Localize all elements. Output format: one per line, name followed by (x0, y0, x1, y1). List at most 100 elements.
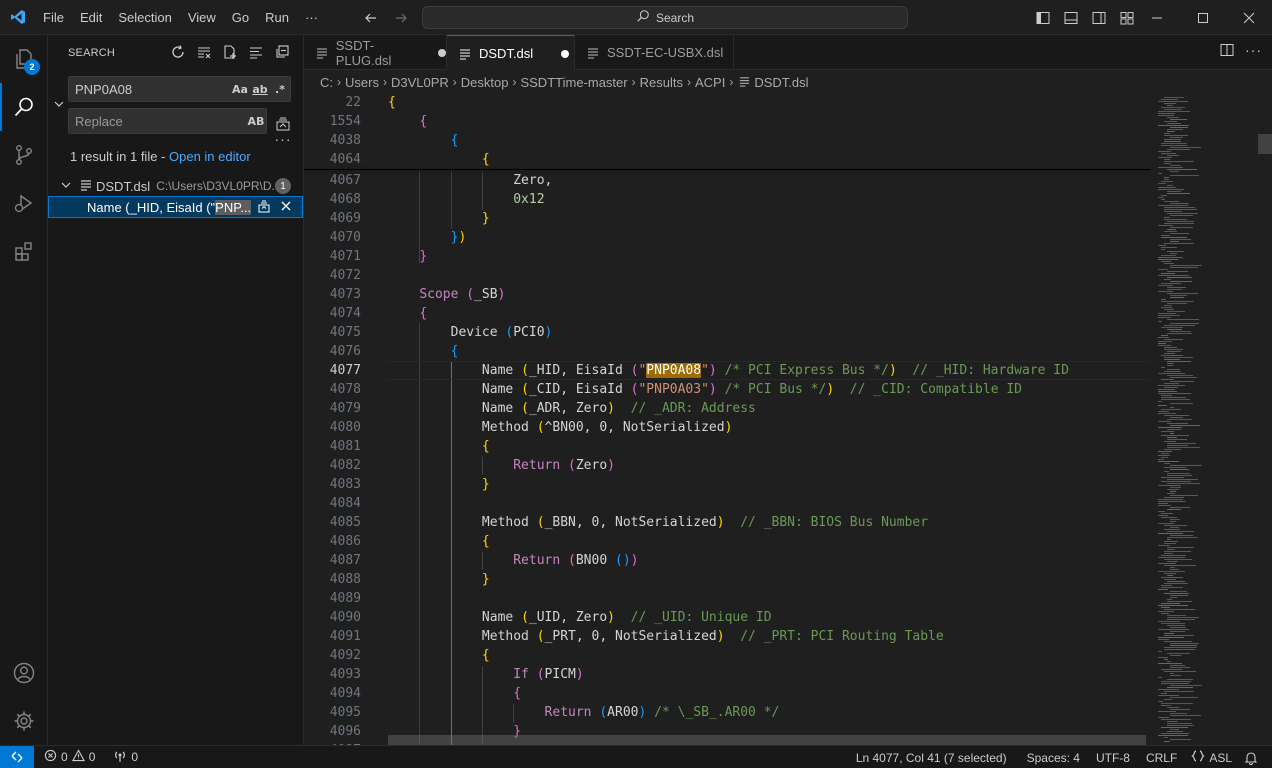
code-line[interactable]: 4072 (304, 266, 1150, 285)
command-center-search[interactable]: Search (422, 6, 908, 29)
toggle-secondary-sidebar-icon[interactable] (1088, 7, 1110, 29)
dismiss-match-close-icon[interactable] (278, 198, 294, 217)
menu-go[interactable]: Go (224, 0, 257, 35)
code-line[interactable]: 4084 (304, 494, 1150, 513)
ports-indicator[interactable]: 0 (107, 746, 144, 768)
breadcrumb-item[interactable]: D3VL0PR (391, 75, 449, 90)
code-line[interactable]: 4089 (304, 589, 1150, 608)
code-line[interactable]: 4092 { (304, 646, 1150, 665)
close-window-icon[interactable] (1226, 0, 1272, 35)
vertical-scrollbar[interactable] (1260, 93, 1272, 745)
code-line[interactable]: 4080 Method (^BN00, 0, NotSerialized) (304, 418, 1150, 437)
collapse-all-icon[interactable] (271, 41, 293, 63)
menu-run[interactable]: Run (257, 0, 297, 35)
code-line[interactable]: 4083 } (304, 475, 1150, 494)
code-line[interactable]: 4079 Name (_ADR, Zero) // _ADR: Address (304, 399, 1150, 418)
minimap[interactable] (1154, 93, 1260, 745)
back-arrow-icon[interactable] (360, 7, 382, 29)
unsaved-dot-icon[interactable] (561, 49, 570, 58)
code-line[interactable]: 4077 Name (_HID, EisaId ("PNP0A08") /* P… (304, 361, 1150, 380)
code-line[interactable]: 1554 { (304, 112, 1150, 131)
replace-match-icon[interactable] (256, 198, 272, 217)
replace-input[interactable] (75, 113, 246, 129)
code-line[interactable]: 4074 { (304, 304, 1150, 323)
code-line[interactable]: 4069 } (304, 209, 1150, 228)
view-as-tree-icon[interactable] (245, 41, 267, 63)
code-line[interactable]: 4067 Zero, (304, 171, 1150, 190)
code-line[interactable]: 4094 { (304, 684, 1150, 703)
menu-edit[interactable]: Edit (72, 0, 110, 35)
breadcrumb-item[interactable]: DSDT.dsl (754, 75, 808, 90)
code-line[interactable]: 4068 0x12 (304, 190, 1150, 209)
encoding[interactable]: UTF-8 (1090, 746, 1140, 768)
manage-gear-icon[interactable] (0, 697, 48, 745)
code-line[interactable]: 4088 } (304, 570, 1150, 589)
whole-word-toggle[interactable]: ab (250, 79, 270, 99)
end-of-line[interactable]: CRLF (1140, 746, 1185, 768)
new-search-editor-icon[interactable] (219, 41, 241, 63)
maximize-icon[interactable] (1180, 0, 1226, 35)
clear-results-icon[interactable] (193, 41, 215, 63)
code-line[interactable]: 4087 Return (BN00 ()) (304, 551, 1150, 570)
unsaved-dot-icon[interactable] (438, 48, 446, 57)
code-line[interactable]: 4073 Scope (_SB) (304, 285, 1150, 304)
result-file-row[interactable]: DSDT.dsl C:\Users\D3VL0PR\D... 1 (48, 175, 303, 197)
breadcrumb-item[interactable]: C: (320, 75, 333, 90)
split-editor-icon[interactable] (1219, 42, 1235, 61)
preserve-case-toggle[interactable]: AB (246, 111, 266, 131)
breadcrumb-item[interactable]: Users (345, 75, 379, 90)
search-view-icon[interactable] (0, 83, 48, 131)
breadcrumb-item[interactable]: Desktop (461, 75, 509, 90)
code-line[interactable]: 22 { (304, 93, 1150, 112)
refresh-icon[interactable] (167, 41, 189, 63)
search-input[interactable] (75, 81, 230, 97)
breadcrumb-item[interactable]: Results (640, 75, 683, 90)
language-mode[interactable]: ASL (1185, 746, 1238, 768)
menu-selection[interactable]: Selection (110, 0, 179, 35)
account-icon[interactable] (0, 649, 48, 697)
code-line[interactable]: 4078 Name (_CID, EisaId ("PNP0A03") /* P… (304, 380, 1150, 399)
code-line[interactable]: 4081 { (304, 437, 1150, 456)
tab-dsdt[interactable]: DSDT.dsl (447, 35, 575, 71)
regex-toggle[interactable]: .* (270, 79, 290, 99)
horizontal-scrollbar-thumb[interactable] (388, 735, 1146, 745)
menu-file[interactable]: File (35, 0, 72, 35)
code-line[interactable]: 4082 Return (Zero) (304, 456, 1150, 475)
open-in-editor-link[interactable]: Open in editor (169, 149, 251, 164)
chevron-down-icon[interactable] (60, 179, 72, 194)
menu-view[interactable]: View (180, 0, 224, 35)
code-editor[interactable]: 22{1554 {4038 {4064 { 4067 Zero, 4068 0x12… (304, 93, 1272, 745)
code-line[interactable]: 4085 Method (_BBN, 0, NotSerialized) // … (304, 513, 1150, 532)
run-and-debug-icon[interactable] (0, 179, 48, 227)
code-line[interactable]: 4076 { (304, 342, 1150, 361)
minimize-icon[interactable] (1134, 0, 1180, 35)
toggle-replace-chevron-down-icon[interactable] (52, 97, 66, 111)
code-line[interactable]: 4091 Method (_PRT, 0, NotSerialized) // … (304, 627, 1150, 646)
more-actions-icon[interactable]: ··· (1245, 42, 1262, 61)
remote-indicator-icon[interactable] (0, 745, 34, 768)
problems-indicator[interactable]: 0 0 (38, 746, 101, 768)
notifications-bell-icon[interactable] (1238, 746, 1264, 768)
code-line[interactable]: 4095 Return (AR00) /* \_SB_.AR00 */ (304, 703, 1150, 722)
more-options-icon[interactable]: ··· (272, 131, 294, 147)
explorer-icon[interactable]: 2 (0, 35, 48, 83)
tab-ssdt-ec-usbx[interactable]: SSDT-EC-USBX.dsl (575, 35, 734, 70)
source-control-icon[interactable] (0, 131, 48, 179)
code-line[interactable]: 4070 }) (304, 228, 1150, 247)
code-line[interactable]: 4090 Name (_UID, Zero) // _UID: Unique I… (304, 608, 1150, 627)
extensions-icon[interactable] (0, 227, 48, 275)
indentation[interactable]: Spaces: 4 (1021, 746, 1090, 768)
code-line[interactable]: 4071 } (304, 247, 1150, 266)
toggle-panel-icon[interactable] (1060, 7, 1082, 29)
breadcrumb-item[interactable]: ACPI (695, 75, 725, 90)
vertical-scrollbar-thumb[interactable] (1258, 134, 1272, 154)
breadcrumb-item[interactable]: SSDTTime-master (520, 75, 627, 90)
tab-ssdt-plug[interactable]: SSDT-PLUG.dsl (304, 35, 447, 70)
code-line[interactable]: 4093 If (PICM) (304, 665, 1150, 684)
forward-arrow-icon[interactable] (390, 7, 412, 29)
toggle-primary-sidebar-icon[interactable] (1032, 7, 1054, 29)
code-line[interactable]: 4086 { (304, 532, 1150, 551)
match-case-toggle[interactable]: Aa (230, 79, 250, 99)
code-line[interactable]: 4064 { (304, 150, 1150, 169)
code-line[interactable]: 4038 { (304, 131, 1150, 150)
